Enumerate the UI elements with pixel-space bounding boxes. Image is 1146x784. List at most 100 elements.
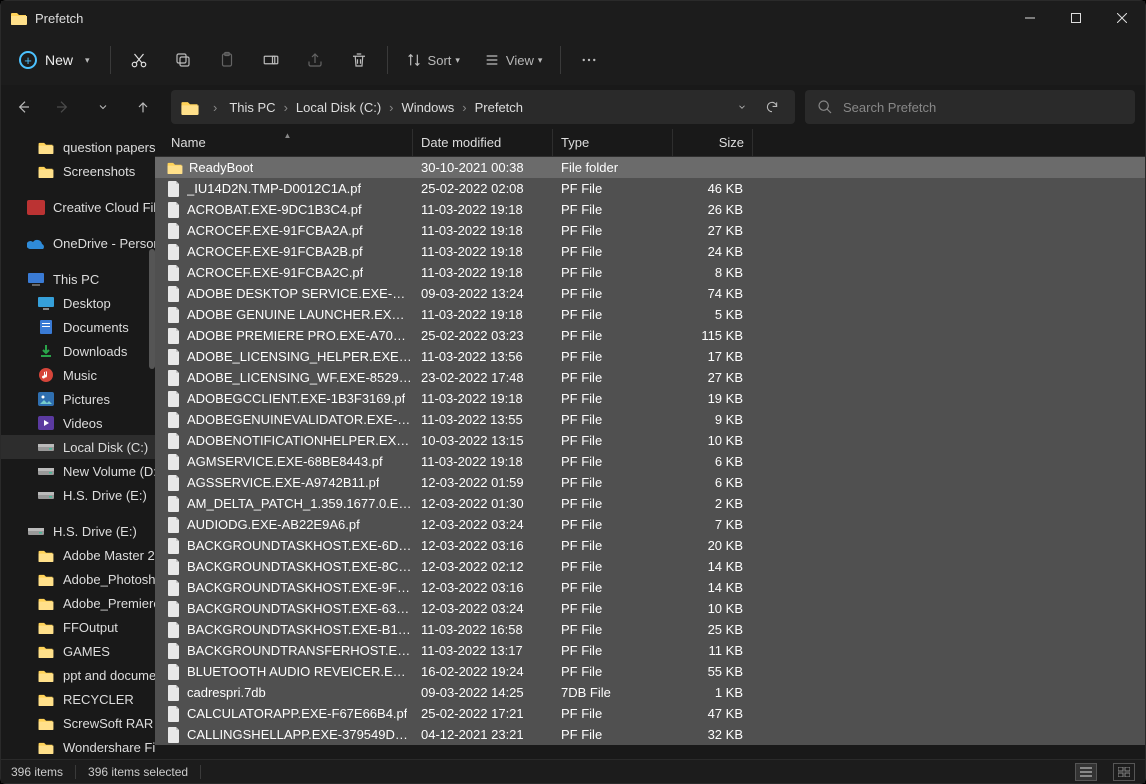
chevron-right-icon[interactable]: › xyxy=(385,100,397,115)
file-row[interactable]: AGSSERVICE.EXE-A9742B11.pf12-03-2022 01:… xyxy=(155,472,1145,493)
tree-item[interactable]: ppt and docume xyxy=(1,663,155,687)
onedrive-icon xyxy=(27,237,45,249)
column-type[interactable]: Type xyxy=(553,129,673,156)
tree-item[interactable]: Videos xyxy=(1,411,155,435)
file-row[interactable]: BACKGROUNDTASKHOST.EXE-B16326C0.pf11-03-… xyxy=(155,619,1145,640)
new-button[interactable]: + New ▾ xyxy=(5,40,104,80)
tree-item[interactable]: Screenshots xyxy=(1,159,155,183)
file-row[interactable]: ACROCEF.EXE-91FCBA2C.pf11-03-2022 19:18P… xyxy=(155,262,1145,283)
file-row[interactable]: ACROCEF.EXE-91FCBA2A.pf11-03-2022 19:18P… xyxy=(155,220,1145,241)
search-input[interactable] xyxy=(843,100,1123,115)
folder-icon xyxy=(37,669,55,682)
file-row[interactable]: BACKGROUNDTASKHOST.EXE-63F11000.pf12-03-… xyxy=(155,598,1145,619)
column-headers: Name▲ Date modified Type Size xyxy=(155,129,1145,157)
search-box[interactable] xyxy=(805,90,1135,124)
tree-item[interactable]: ScrewSoft RAR P xyxy=(1,711,155,735)
cut-button[interactable] xyxy=(117,40,161,80)
recent-button[interactable] xyxy=(85,89,121,125)
breadcrumb-segment[interactable]: This PC xyxy=(225,100,279,115)
details-view-button[interactable] xyxy=(1075,763,1097,781)
sidebar-scroll-thumb[interactable] xyxy=(149,249,155,369)
tree-item[interactable]: Documents xyxy=(1,315,155,339)
copy-button[interactable] xyxy=(161,40,205,80)
file-row[interactable]: AUDIODG.EXE-AB22E9A6.pf12-03-2022 03:24P… xyxy=(155,514,1145,535)
file-date: 09-03-2022 13:24 xyxy=(413,286,553,301)
file-row[interactable]: _IU14D2N.TMP-D0012C1A.pf25-02-2022 02:08… xyxy=(155,178,1145,199)
sort-button[interactable]: Sort ▾ xyxy=(394,40,472,80)
close-button[interactable] xyxy=(1099,1,1145,35)
file-row[interactable]: ADOBE_LICENSING_WF.EXE-85291397.pf23-02-… xyxy=(155,367,1145,388)
tree-item[interactable]: OneDrive - Person xyxy=(1,231,155,255)
file-list[interactable]: ReadyBoot30-10-2021 00:38File folder_IU1… xyxy=(155,157,1145,759)
breadcrumb-segment[interactable]: Local Disk (C:) xyxy=(292,100,385,115)
tree-item[interactable]: This PC xyxy=(1,267,155,291)
refresh-button[interactable] xyxy=(759,94,785,120)
file-icon xyxy=(167,685,181,701)
tree-item[interactable]: question papers xyxy=(1,135,155,159)
file-row[interactable]: ADOBE PREMIERE PRO.EXE-A70C860E.pf25-02-… xyxy=(155,325,1145,346)
address-bar[interactable]: › This PC›Local Disk (C:)›Windows›Prefet… xyxy=(171,90,795,124)
file-row[interactable]: ADOBE GENUINE LAUNCHER.EXE-8BD95...11-03… xyxy=(155,304,1145,325)
thumbnail-view-button[interactable] xyxy=(1113,763,1135,781)
paste-button[interactable] xyxy=(205,40,249,80)
tree-item[interactable]: FFOutput xyxy=(1,615,155,639)
column-size[interactable]: Size xyxy=(673,129,753,156)
file-row[interactable]: cadrespri.7db09-03-2022 14:257DB File1 K… xyxy=(155,682,1145,703)
breadcrumb-segment[interactable]: Windows xyxy=(398,100,459,115)
file-row[interactable]: BLUETOOTH AUDIO REVEICER.EXE-547EC...16-… xyxy=(155,661,1145,682)
tree-item[interactable]: H.S. Drive (E:) xyxy=(1,483,155,507)
up-button[interactable] xyxy=(125,89,161,125)
tree-item[interactable]: Adobe Master 2 xyxy=(1,543,155,567)
file-row[interactable]: ReadyBoot30-10-2021 00:38File folder xyxy=(155,157,1145,178)
tree-item[interactable]: Desktop xyxy=(1,291,155,315)
chevron-right-icon[interactable]: › xyxy=(458,100,470,115)
tree-item[interactable]: Creative Cloud Fil xyxy=(1,195,155,219)
file-row[interactable]: AGMSERVICE.EXE-68BE8443.pf11-03-2022 19:… xyxy=(155,451,1145,472)
file-row[interactable]: CALLINGSHELLAPP.EXE-379549D2.pf04-12-202… xyxy=(155,724,1145,745)
column-name[interactable]: Name▲ xyxy=(163,129,413,156)
address-dropdown-button[interactable] xyxy=(729,94,755,120)
file-row[interactable]: BACKGROUNDTASKHOST.EXE-6D58042C.pf12-03-… xyxy=(155,535,1145,556)
more-button[interactable] xyxy=(567,40,611,80)
file-row[interactable]: BACKGROUNDTASKHOST.EXE-8CBD7053...12-03-… xyxy=(155,556,1145,577)
file-row[interactable]: BACKGROUNDTASKHOST.EXE-9F2EE4C2.pf12-03-… xyxy=(155,577,1145,598)
tree-item[interactable]: Pictures xyxy=(1,387,155,411)
rename-button[interactable] xyxy=(249,40,293,80)
maximize-button[interactable] xyxy=(1053,1,1099,35)
tree-item[interactable]: RECYCLER xyxy=(1,687,155,711)
chevron-right-icon[interactable]: › xyxy=(209,100,221,115)
delete-button[interactable] xyxy=(337,40,381,80)
tree-item[interactable]: Adobe_Premiere xyxy=(1,591,155,615)
file-row[interactable]: ADOBEGENUINEVALIDATOR.EXE-2BCAF8...11-03… xyxy=(155,409,1145,430)
column-date[interactable]: Date modified xyxy=(413,129,553,156)
tree-item[interactable]: Wondershare Fil xyxy=(1,735,155,759)
file-row[interactable]: BACKGROUNDTRANSFERHOST.EXE-DB32...11-03-… xyxy=(155,640,1145,661)
file-row[interactable]: ACROCEF.EXE-91FCBA2B.pf11-03-2022 19:18P… xyxy=(155,241,1145,262)
file-row[interactable]: ADOBE DESKTOP SERVICE.EXE-A2925451.pf09-… xyxy=(155,283,1145,304)
minimize-button[interactable] xyxy=(1007,1,1053,35)
file-row[interactable]: ACROBAT.EXE-9DC1B3C4.pf11-03-2022 19:18P… xyxy=(155,199,1145,220)
share-button[interactable] xyxy=(293,40,337,80)
tree-item[interactable]: Adobe_Photosh xyxy=(1,567,155,591)
forward-button[interactable] xyxy=(45,89,81,125)
breadcrumb-segment[interactable]: Prefetch xyxy=(471,100,527,115)
file-row[interactable]: CALCULATORAPP.EXE-F67E66B4.pf25-02-2022 … xyxy=(155,703,1145,724)
tree-item[interactable]: Music xyxy=(1,363,155,387)
tree-item[interactable]: Local Disk (C:) xyxy=(1,435,155,459)
file-row[interactable]: AM_DELTA_PATCH_1.359.1677.0.E-3139A...12… xyxy=(155,493,1145,514)
tree-item[interactable]: H.S. Drive (E:) xyxy=(1,519,155,543)
tree-item[interactable]: New Volume (D: xyxy=(1,459,155,483)
file-row[interactable]: ADOBENOTIFICATIONHELPER.EXE-25CC...10-03… xyxy=(155,430,1145,451)
file-size: 7 KB xyxy=(673,517,751,532)
chevron-right-icon[interactable]: › xyxy=(280,100,292,115)
back-button[interactable] xyxy=(5,89,41,125)
file-row[interactable]: ADOBE_LICENSING_HELPER.EXE-A7EF9B...11-0… xyxy=(155,346,1145,367)
file-size: 6 KB xyxy=(673,475,751,490)
view-button[interactable]: View ▾ xyxy=(472,40,554,80)
tree-item[interactable]: Downloads xyxy=(1,339,155,363)
sidebar-scrollbar[interactable] xyxy=(149,129,155,759)
navigation-tree[interactable]: question papersScreenshots Creative Cloud… xyxy=(1,129,155,759)
file-row[interactable]: ADOBEGCCLIENT.EXE-1B3F3169.pf11-03-2022 … xyxy=(155,388,1145,409)
file-name: ADOBE_LICENSING_HELPER.EXE-A7EF9B... xyxy=(187,349,413,364)
tree-item[interactable]: GAMES xyxy=(1,639,155,663)
